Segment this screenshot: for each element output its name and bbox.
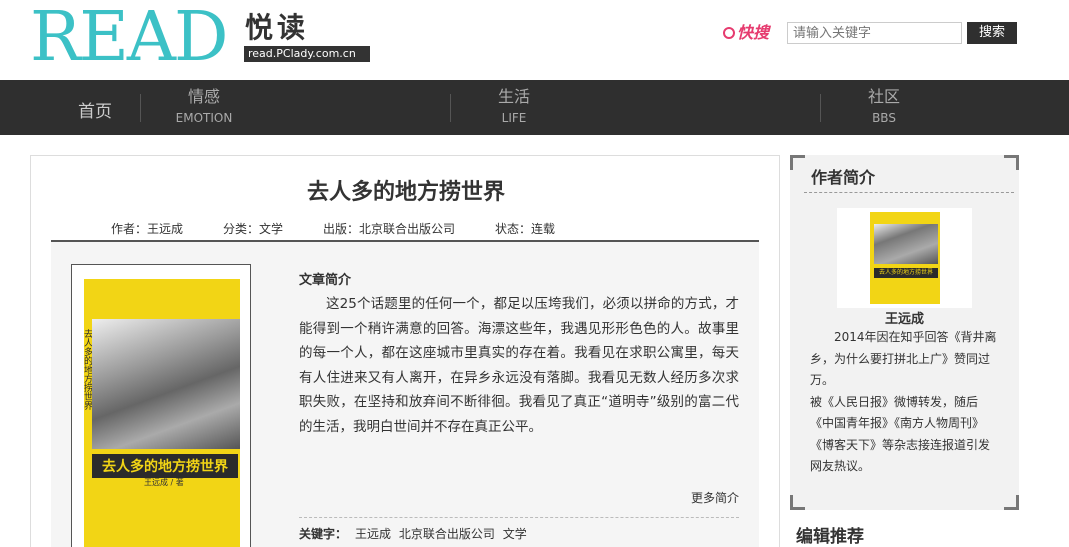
bio-paragraph: 被《人民日报》微博转发，随后《中国青年报》《南方人物周刊》《博客天下》等杂志接连… (810, 394, 991, 474)
cover-title: 去人多的地方捞世界 (92, 454, 238, 478)
author-bio: 2014年因在知乎回答《背井离乡，为什么要打拼北上广》赞同过万。 被《人民日报》… (810, 327, 1000, 478)
meta-status: 状态：连载 (495, 222, 556, 236)
meta-publisher: 出版：北京联合出版公司 (323, 222, 456, 236)
nav-group-label: 情感 (187, 87, 220, 106)
intro-heading: 文章简介 (299, 273, 352, 288)
nav-group-en: LIFE (501, 111, 527, 125)
article-panel: 去人多的地方捞世界 作者：王远成 分类：文学 出版：北京联合出版公司 状态：连载 去人… (30, 155, 780, 547)
kuaisou-text: 快搜 (737, 23, 770, 42)
corner-decoration (1004, 495, 1019, 510)
nav-divider (140, 94, 141, 122)
nav-divider (450, 94, 451, 122)
nav-group-en: EMOTION (175, 111, 233, 125)
nav-group-en: BBS (872, 111, 896, 125)
sidebar-book-cover[interactable]: 去人多的地方捞世界 (870, 212, 940, 304)
sidebar-cover-frame: 去人多的地方捞世界 (837, 208, 972, 308)
corner-decoration (1004, 155, 1019, 170)
keyword-link[interactable]: 文学 (503, 527, 527, 541)
nav-group-label: 生活 (497, 87, 530, 106)
divider (299, 517, 739, 518)
nav-group-label: 社区 (867, 87, 900, 106)
logo-read[interactable]: READ (30, 4, 228, 72)
editor-recommend-title: 编辑推荐 (796, 527, 864, 547)
book-cover-frame: 去人多的地方捞世界 去人多的地方捞世界 王远成 / 著 (71, 264, 251, 547)
search-input[interactable] (787, 22, 962, 44)
article-title: 去人多的地方捞世界 (306, 180, 505, 205)
corner-decoration (790, 495, 805, 510)
nav-group-life[interactable]: 生活 LIFE (488, 80, 540, 127)
keywords-row: 关键字： 王远成 北京联合出版公司 文学 (299, 525, 531, 542)
main-nav: 首页 情感 EMOTION 小说 两性 异读 传记 职场 心理 生活 LIFE … (0, 80, 1069, 206)
divider (804, 192, 1014, 193)
keyword-link[interactable]: 王远成 (355, 527, 391, 541)
nav-group-emotion[interactable]: 情感 EMOTION (165, 80, 243, 127)
cover-photo (92, 319, 240, 449)
site-domain: read.PClady.com.cn (244, 46, 370, 62)
intro-text: 这25个话题里的任何一个，都足以压垮我们，必须以拼命的方式，才能得到一个稍许满意… (299, 296, 739, 435)
author-sidebar: 作者简介 去人多的地方捞世界 王远成 2014年因在知乎回答《背井离乡，为什么要… (790, 155, 1019, 510)
search-button[interactable]: 搜索 (967, 22, 1017, 44)
keyword-link[interactable]: 北京联合出版公司 (399, 527, 495, 541)
nav-group-bbs[interactable]: 社区 BBS (862, 80, 906, 127)
cover-author: 王远成 / 著 (144, 478, 184, 487)
bio-paragraph: 2014年因在知乎回答《背井离乡，为什么要打拼北上广》赞同过万。 (810, 330, 997, 387)
cover-photo (874, 224, 938, 264)
site-header: READ 悦读 read.PClady.com.cn 快搜 搜索 (0, 0, 1069, 80)
meta-category: 分类：文学 (223, 222, 284, 236)
nav-home[interactable]: 首页 (78, 97, 112, 122)
kuaisou-label: 快搜 (723, 22, 769, 44)
corner-decoration (790, 155, 805, 170)
sidebar-title: 作者简介 (811, 168, 876, 187)
logo-yuedu[interactable]: 悦读 (245, 12, 309, 44)
meta-author: 作者：王远成 (111, 222, 184, 236)
keywords-label: 关键字： (299, 527, 348, 541)
nav-divider (820, 94, 821, 122)
sidebar-cover-title: 去人多的地方捞世界 (874, 268, 938, 278)
more-intro-link[interactable]: 更多简介 (691, 489, 739, 506)
search-logo-icon (723, 27, 735, 39)
author-name: 王远成 (884, 312, 924, 327)
article-meta: 作者：王远成 分类：文学 出版：北京联合出版公司 状态：连载 (111, 220, 595, 237)
book-cover-image[interactable]: 去人多的地方捞世界 去人多的地方捞世界 王远成 / 著 (84, 279, 240, 547)
